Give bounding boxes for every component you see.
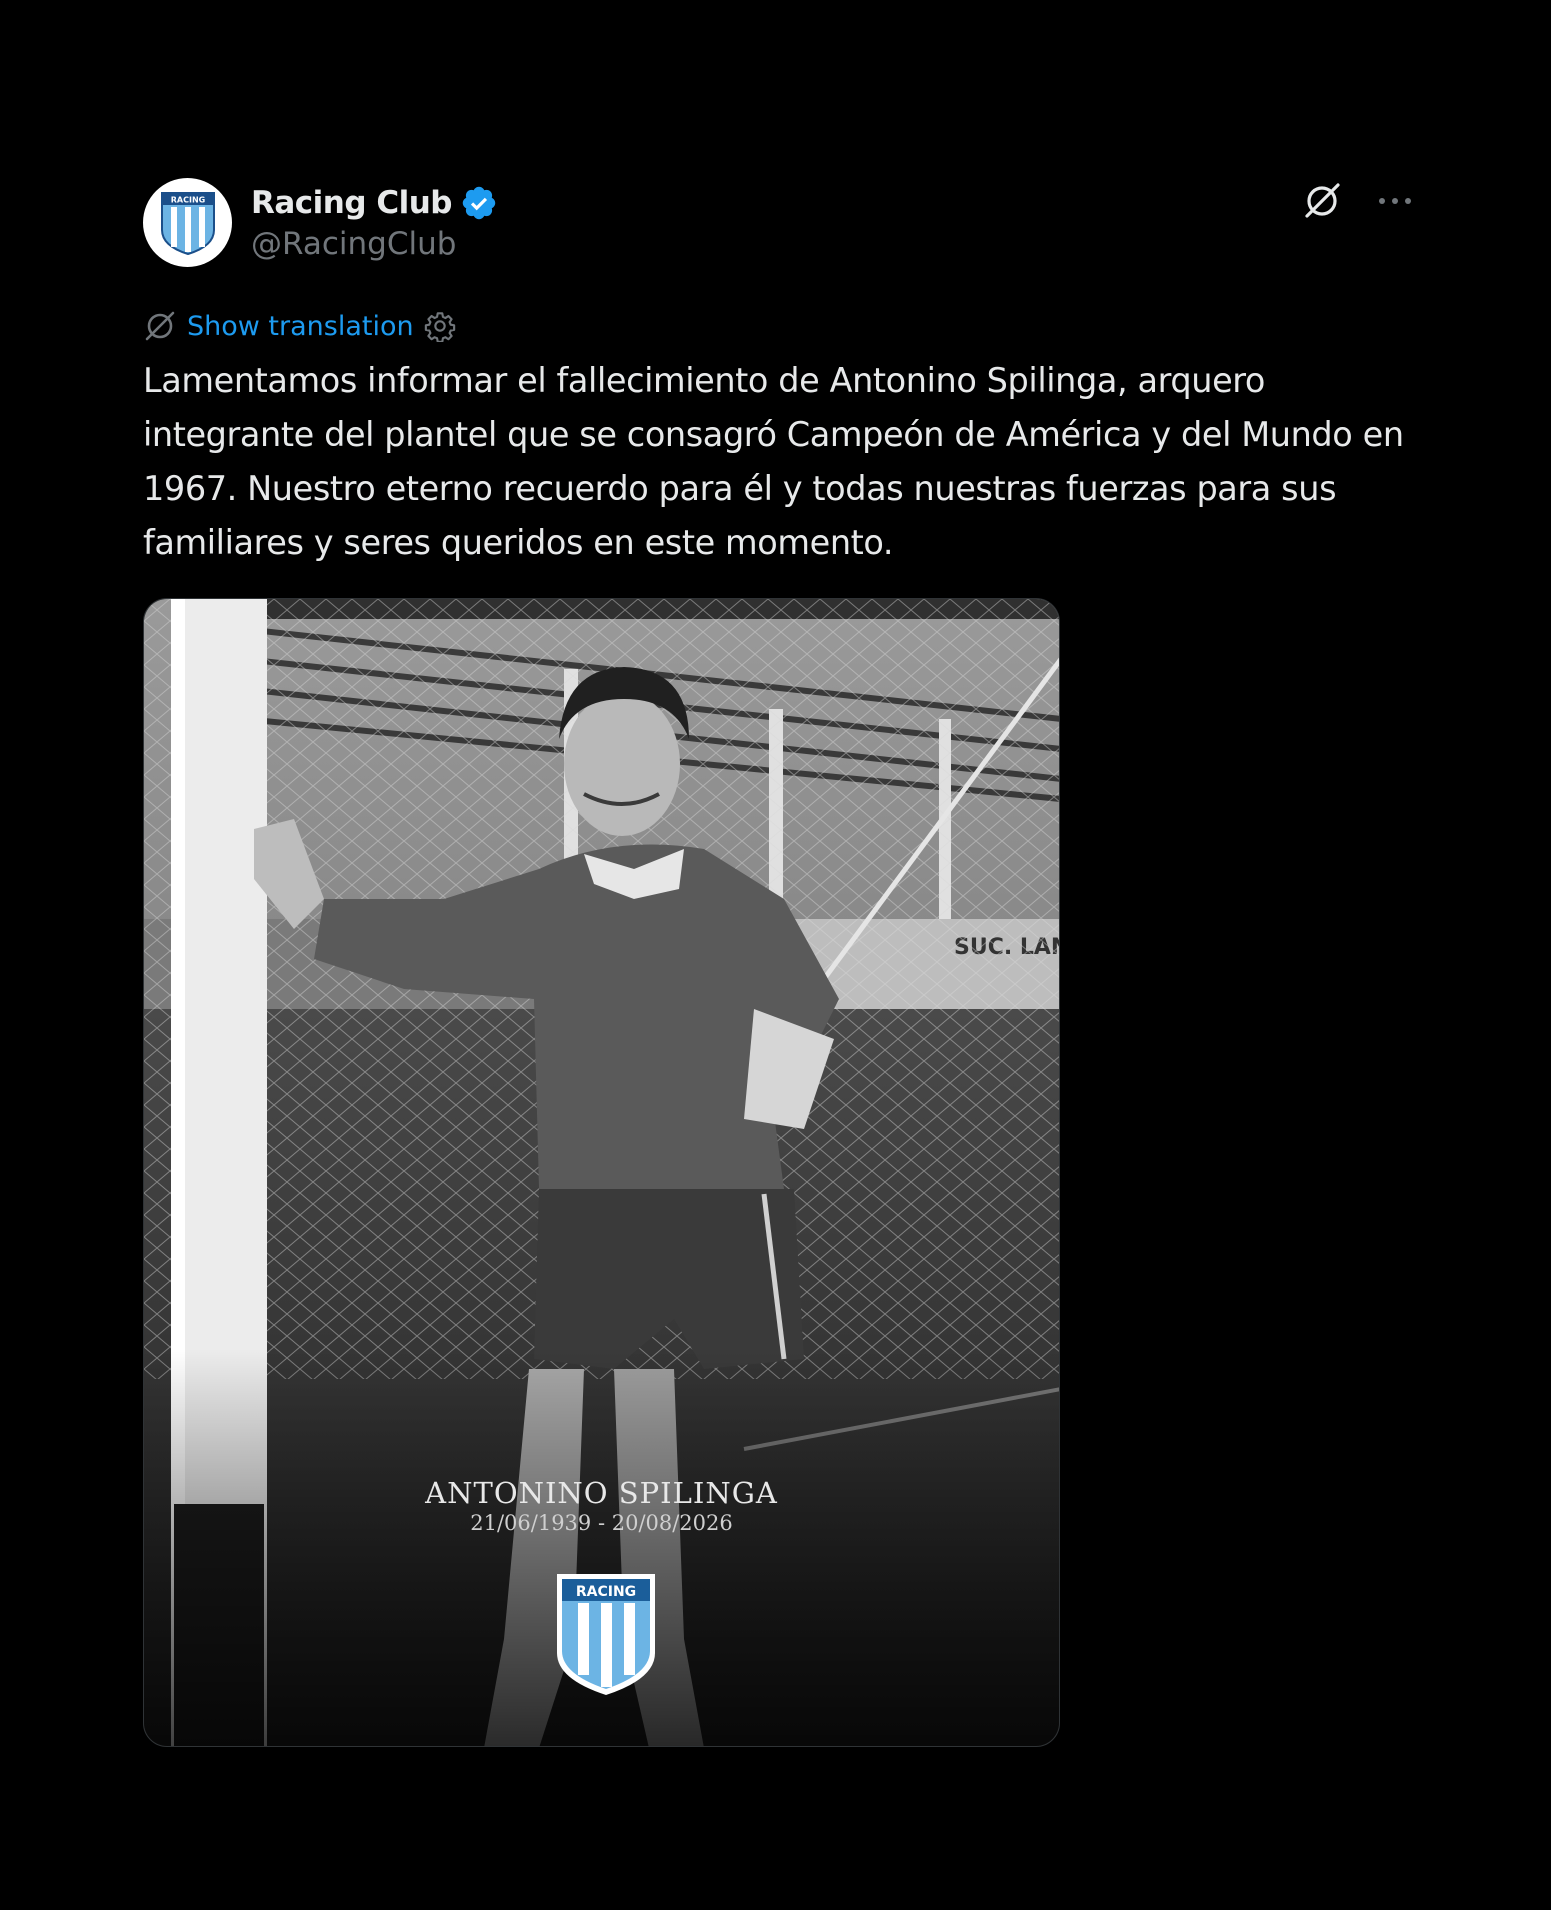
grok-translate-icon bbox=[145, 311, 175, 341]
post-image[interactable]: SUC. LANUS bbox=[143, 598, 1060, 1747]
crest-label: RACING bbox=[576, 1584, 636, 1600]
handle[interactable]: @RacingClub bbox=[251, 226, 498, 262]
racing-crest-logo: RACING bbox=[557, 1574, 655, 1695]
memorial-name: ANTONINO SPILINGA bbox=[425, 1476, 778, 1510]
post-text: Lamentamos informar el fallecimiento de … bbox=[143, 361, 1404, 562]
post-card: RACING Racing Club @RacingClub Show tran… bbox=[143, 178, 1413, 1747]
gear-icon[interactable] bbox=[424, 310, 456, 342]
name-row: Racing Club bbox=[251, 182, 498, 224]
translation-row: Show translation bbox=[143, 308, 1413, 344]
svg-text:RACING: RACING bbox=[170, 195, 204, 204]
show-translation-link[interactable]: Show translation bbox=[187, 311, 414, 342]
memorial-dates: 21/06/1939 - 20/08/2026 bbox=[470, 1511, 733, 1535]
header-actions bbox=[1301, 178, 1413, 224]
post-header: RACING Racing Club @RacingClub bbox=[143, 178, 1413, 270]
avatar[interactable]: RACING bbox=[143, 178, 232, 267]
more-options-icon[interactable] bbox=[1377, 183, 1413, 219]
racing-club-crest-icon: RACING bbox=[160, 191, 215, 255]
verified-badge-icon[interactable] bbox=[460, 184, 498, 222]
display-name[interactable]: Racing Club bbox=[251, 185, 452, 221]
author-info: Racing Club @RacingClub bbox=[251, 182, 498, 262]
grok-icon[interactable] bbox=[1301, 180, 1343, 222]
